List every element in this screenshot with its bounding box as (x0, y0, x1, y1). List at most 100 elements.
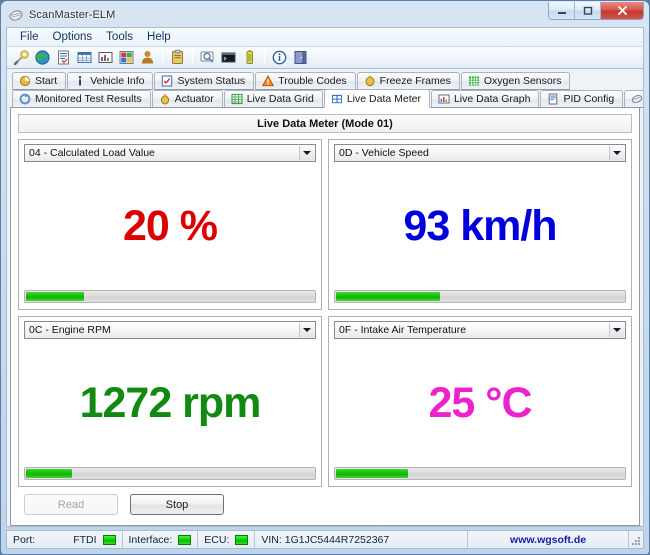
tab-row-primary: Start Vehicle Info System Status Trouble… (10, 72, 640, 90)
freeze-icon (364, 75, 376, 87)
tab-label: Live Data Meter (347, 93, 421, 105)
toolbar (6, 46, 644, 69)
close-button[interactable] (601, 2, 643, 19)
tab-power[interactable]: Power (624, 90, 644, 108)
battery-icon[interactable] (240, 48, 259, 67)
pid-select-load-value[interactable]: 04 - Calculated Load Value (24, 144, 316, 162)
tab-actuator[interactable]: Actuator (152, 90, 223, 108)
website-link[interactable]: www.wgsoft.de (510, 534, 586, 546)
chevron-down-icon[interactable] (299, 146, 314, 160)
pid-select-label: 04 - Calculated Load Value (29, 147, 155, 159)
meter-value: 25 °C (428, 382, 531, 425)
tab-label: Start (35, 75, 57, 87)
info-icon[interactable] (270, 48, 289, 67)
menu-item-options[interactable]: Options (46, 30, 100, 44)
data-grid-icon (231, 93, 243, 105)
meter-progress-fill (336, 469, 408, 478)
pid-select-vehicle-speed[interactable]: 0D - Vehicle Speed (334, 144, 626, 162)
window-title: ScanMaster-ELM (29, 9, 115, 21)
tab-label: Freeze Frames (380, 75, 451, 87)
chevron-down-icon[interactable] (609, 146, 624, 160)
tab-freeze-frames[interactable]: Freeze Frames (357, 72, 460, 90)
tab-row-secondary: Monitored Test Results Actuator Live Dat… (10, 90, 640, 108)
tab-start[interactable]: Start (12, 72, 66, 90)
tab-live-data-grid[interactable]: Live Data Grid (224, 90, 323, 108)
tab-label: Monitored Test Results (35, 93, 142, 105)
port-status-led (103, 535, 116, 545)
refresh-circle-icon (19, 93, 31, 105)
meter-value: 93 km/h (403, 205, 556, 248)
tab-trouble-codes[interactable]: Trouble Codes (255, 72, 355, 90)
scanner-icon (9, 8, 24, 23)
meter-progress-fill (26, 292, 84, 301)
grid-table-icon[interactable] (75, 48, 94, 67)
report-page-icon[interactable] (54, 48, 73, 67)
title-bar: ScanMaster-ELM (6, 5, 644, 25)
tab-live-data-graph[interactable]: Live Data Graph (431, 90, 539, 108)
tab-label: Trouble Codes (278, 75, 346, 87)
chevron-down-icon[interactable] (609, 323, 624, 337)
tab-monitored-test-results[interactable]: Monitored Test Results (12, 90, 151, 108)
exit-door-icon[interactable] (291, 48, 310, 67)
tab-label: Live Data Graph (454, 93, 530, 105)
toolbar-separator (264, 50, 265, 65)
status-port-value: FTDI (73, 534, 96, 546)
menu-item-file[interactable]: File (13, 30, 46, 44)
tab-label: Oxygen Sensors (484, 75, 562, 87)
magnifier-screen-icon[interactable] (198, 48, 217, 67)
minimize-button[interactable] (549, 2, 575, 19)
maximize-button[interactable] (575, 2, 601, 19)
menu-item-tools[interactable]: Tools (99, 30, 140, 44)
meter-progress-bar (24, 290, 316, 303)
image-picture-icon[interactable] (117, 48, 136, 67)
meter-panel: 0F - Intake Air Temperature 25 °C (328, 316, 632, 487)
pid-select-label: 0C - Engine RPM (29, 324, 111, 336)
tab-label: Live Data Grid (247, 93, 314, 105)
application-window: ScanMaster-ELM File Options Tools Help (0, 0, 650, 555)
info-i-icon (74, 75, 86, 87)
tab-vehicle-info[interactable]: Vehicle Info (67, 72, 153, 90)
meter-panel: 0C - Engine RPM 1272 rpm (18, 316, 322, 487)
menu-item-help[interactable]: Help (140, 30, 178, 44)
interface-status-led (178, 535, 191, 545)
meter-value-wrap: 20 % (24, 162, 316, 290)
user-person-icon[interactable] (138, 48, 157, 67)
pid-select-intake-air-temperature[interactable]: 0F - Intake Air Temperature (334, 321, 626, 339)
meter-grid: 04 - Calculated Load Value 20 % 0D - Veh… (18, 139, 632, 487)
clipboard-icon[interactable] (168, 48, 187, 67)
graph-icon (438, 93, 450, 105)
tab-oxygen-sensors[interactable]: Oxygen Sensors (461, 72, 571, 90)
pid-select-label: 0D - Vehicle Speed (339, 147, 429, 159)
bar-chart-icon[interactable] (96, 48, 115, 67)
tab-pid-config[interactable]: PID Config (540, 90, 623, 108)
globe-icon[interactable] (33, 48, 52, 67)
status-port: Port: FTDI (7, 531, 123, 548)
pid-select-engine-rpm[interactable]: 0C - Engine RPM (24, 321, 316, 339)
chevron-down-icon[interactable] (299, 323, 314, 337)
connect-plug-icon[interactable] (12, 48, 31, 67)
resize-grip-icon[interactable] (629, 531, 643, 548)
meter-progress-fill (26, 469, 72, 478)
terminal-window-icon[interactable] (219, 48, 238, 67)
meter-progress-bar (334, 290, 626, 303)
meter-progress-bar (24, 467, 316, 480)
meter-value-wrap: 1272 rpm (24, 339, 316, 467)
meter-value-wrap: 93 km/h (334, 162, 626, 290)
tab-system-status[interactable]: System Status (154, 72, 254, 90)
tab-live-data-meter[interactable]: Live Data Meter (324, 89, 430, 108)
status-website[interactable]: www.wgsoft.de (468, 531, 629, 548)
actuator-icon (159, 93, 171, 105)
read-button[interactable]: Read (24, 494, 118, 515)
oxygen-grid-icon (468, 75, 480, 87)
stop-button[interactable]: Stop (130, 494, 224, 515)
status-interface-label: Interface: (129, 534, 173, 546)
meter-progress-fill (336, 292, 440, 301)
tab-label: Actuator (175, 93, 214, 105)
toolbar-separator (162, 50, 163, 65)
checklist-icon (161, 75, 173, 87)
meter-progress-bar (334, 467, 626, 480)
meter-panel: 0D - Vehicle Speed 93 km/h (328, 139, 632, 310)
start-flag-icon (19, 75, 31, 87)
status-ecu: ECU: (198, 531, 255, 548)
tab-label: PID Config (563, 93, 614, 105)
